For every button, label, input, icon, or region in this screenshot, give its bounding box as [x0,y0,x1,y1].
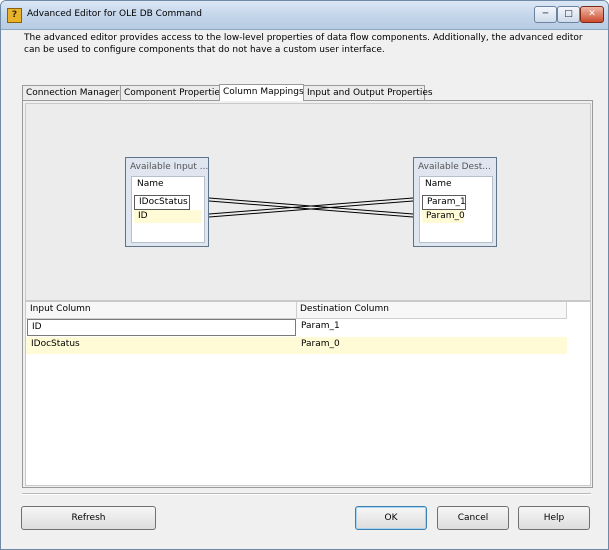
minimize-button[interactable]: ─ [534,6,557,23]
destination-column-header[interactable]: Destination Column [300,304,389,314]
destination-column-cell[interactable]: Param_1 [297,319,565,334]
table-row[interactable]: IDocStatus Param_0 [26,337,567,354]
mapping-diagram[interactable]: Available Input ... Name IDocStatus ID A… [25,103,591,301]
input-column-header[interactable]: Input Column [30,304,91,314]
advanced-editor-window: ? Advanced Editor for OLE DB Command ─ □… [0,0,609,550]
input-list-header: Name [137,179,164,189]
destination-column-item[interactable]: Param_0 [422,210,465,223]
destination-column-cell[interactable]: Param_0 [297,337,565,352]
destination-box-title: Available Dest... [418,162,491,172]
destination-column-item[interactable]: Param_1 [422,195,466,210]
input-box-title: Available Input ... [130,162,209,172]
column-mapping-grid: Input Column Destination Column ID Param… [25,301,591,486]
close-button[interactable]: ✕ [580,6,604,23]
column-divider[interactable] [296,302,297,318]
tab-component-properties[interactable]: Component Properties [120,85,225,100]
available-input-columns[interactable]: Available Input ... Name IDocStatus ID [125,157,209,247]
destination-column-list: Name Param_1 Param_0 [419,176,493,243]
editor-description: The advanced editor provides access to t… [24,33,583,55]
column-mappings-panel: Available Input ... Name IDocStatus ID A… [22,100,593,488]
mapping-lines [208,197,414,218]
window-title: Advanced Editor for OLE DB Command [27,9,202,19]
destination-list-header: Name [425,179,452,189]
ok-button[interactable]: OK [355,506,427,530]
input-column-item[interactable]: ID [134,210,202,223]
tab-input-output-properties[interactable]: Input and Output Properties [303,85,433,100]
input-column-cell[interactable]: ID [27,319,296,336]
app-icon: ? [7,8,22,23]
available-destination-columns[interactable]: Available Dest... Name Param_1 Param_0 [413,157,497,247]
tab-column-mappings[interactable]: Column Mappings [219,84,304,101]
cancel-button[interactable]: Cancel [437,506,509,530]
input-column-item[interactable]: IDocStatus [134,195,190,210]
tab-connection-managers[interactable]: Connection Managers [22,85,124,100]
help-button[interactable]: Help [518,506,590,530]
maximize-button[interactable]: □ [557,6,580,23]
table-row[interactable]: ID Param_1 [26,319,567,336]
refresh-button[interactable]: Refresh [21,506,156,530]
column-divider[interactable] [566,302,567,318]
dialog-separator [22,493,591,495]
input-column-cell[interactable]: IDocStatus [27,337,294,352]
input-column-list: Name IDocStatus ID [131,176,205,243]
title-bar[interactable]: ? Advanced Editor for OLE DB Command ─ □… [1,1,608,30]
grid-header: Input Column Destination Column [26,302,567,319]
